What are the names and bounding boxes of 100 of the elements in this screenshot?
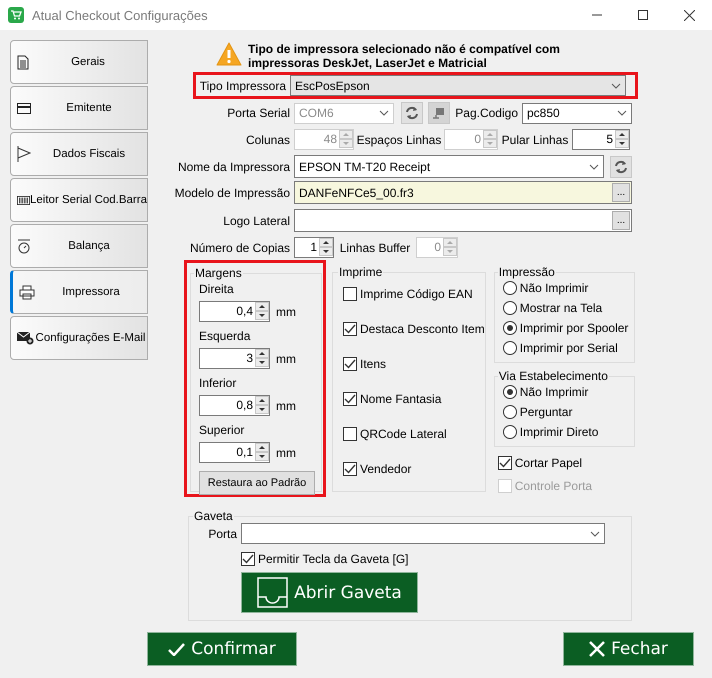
chevron-down-icon bbox=[590, 530, 600, 536]
unit-label: mm bbox=[276, 398, 296, 412]
margin-field[interactable]: 0,4 bbox=[199, 301, 270, 322]
field-label: Modelo de Impressão bbox=[174, 186, 291, 200]
sidebar-tab[interactable]: Gerais bbox=[10, 40, 148, 84]
group-title: Gaveta bbox=[193, 509, 234, 523]
close-icon[interactable] bbox=[684, 10, 694, 20]
check-icon bbox=[344, 464, 356, 474]
option-label: Imprime Código EAN bbox=[360, 287, 473, 301]
close-dialog-button[interactable]: Fechar bbox=[563, 632, 694, 666]
radio-button[interactable] bbox=[502, 321, 517, 335]
field-label: Tipo Impressora bbox=[198, 78, 287, 92]
checkbox[interactable] bbox=[498, 456, 512, 470]
browse-button[interactable]: ... bbox=[612, 183, 630, 202]
barcode-icon bbox=[17, 194, 30, 206]
refresh-icon bbox=[614, 160, 628, 174]
checkbox[interactable] bbox=[343, 357, 357, 371]
radio-button[interactable] bbox=[502, 281, 517, 295]
group-title: Imprime bbox=[338, 265, 384, 279]
checkbox[interactable] bbox=[241, 552, 255, 566]
window-title: Atual Checkout Configurações bbox=[32, 8, 209, 22]
maximize-icon[interactable] bbox=[638, 10, 648, 20]
chevron-down-icon bbox=[379, 110, 389, 116]
radio-button[interactable] bbox=[502, 341, 517, 355]
option-label: Perguntar bbox=[520, 405, 572, 419]
checkbox[interactable] bbox=[343, 427, 357, 441]
checkbox[interactable] bbox=[343, 322, 357, 336]
field-label: Linhas Buffer bbox=[338, 240, 412, 254]
sidebar-tab[interactable]: Leitor Serial Cod.Barra bbox=[10, 178, 148, 222]
radio-button[interactable] bbox=[502, 425, 517, 439]
option-label: Não Imprimir bbox=[520, 281, 588, 295]
chevron-down-icon bbox=[617, 110, 627, 116]
option-label: Controle Porta bbox=[514, 479, 592, 493]
margin-field[interactable]: 3 bbox=[199, 348, 270, 369]
field-label: Número de Copias bbox=[188, 240, 291, 254]
sidebar-tab[interactable]: Configurações E-Mail bbox=[10, 316, 148, 360]
skip-lines-field[interactable]: 5 bbox=[572, 129, 630, 150]
scale-icon bbox=[17, 238, 31, 254]
checkbox[interactable] bbox=[343, 462, 357, 476]
check-icon bbox=[242, 554, 254, 564]
field-label: Superior bbox=[199, 423, 246, 437]
check-icon bbox=[344, 324, 356, 334]
sidebar-tab[interactable]: Emitente bbox=[10, 86, 148, 130]
radio-button[interactable] bbox=[502, 301, 517, 315]
option-label: Não Imprimir bbox=[520, 385, 588, 399]
radio-button[interactable] bbox=[502, 405, 517, 419]
mail-icon bbox=[17, 331, 34, 345]
drawer-port-select[interactable] bbox=[241, 523, 605, 544]
side-logo-field[interactable]: ... bbox=[294, 209, 632, 232]
margin-field[interactable]: 0,8 bbox=[199, 395, 270, 416]
field-label: Colunas bbox=[244, 132, 291, 146]
code-page-select[interactable]: pc850 bbox=[522, 102, 632, 124]
group-title: Impressão bbox=[498, 265, 556, 279]
warning-message: Tipo de impressora selecionado não é compatível com impressoras DeskJet, LaserJet e Matricial bbox=[248, 42, 561, 70]
sidebar-tab[interactable]: Impressora bbox=[10, 270, 148, 314]
field-label: Porta bbox=[207, 526, 238, 540]
check-icon bbox=[498, 458, 511, 468]
checkbox[interactable] bbox=[343, 287, 357, 301]
warning-icon bbox=[216, 42, 242, 66]
unit-label: mm bbox=[276, 352, 296, 366]
close-icon bbox=[589, 641, 606, 657]
printer-type-select[interactable]: EscPosEpson bbox=[290, 75, 626, 96]
margin-field[interactable]: 0,1 bbox=[199, 442, 270, 463]
confirm-button[interactable]: Confirmar bbox=[147, 632, 297, 666]
field-label: Esquerda bbox=[199, 329, 252, 343]
cart-icon bbox=[8, 7, 24, 23]
sidebar-tab[interactable]: Balança bbox=[10, 224, 148, 268]
field-label: Pular Linhas bbox=[500, 132, 570, 146]
card-icon bbox=[17, 102, 31, 114]
reset-button[interactable]: Restaura ao Padrão bbox=[199, 471, 315, 495]
copies-field[interactable]: 1 bbox=[294, 237, 334, 258]
chevron-down-icon bbox=[589, 164, 599, 170]
browse-button[interactable]: ... bbox=[612, 211, 630, 230]
option-label: Itens bbox=[360, 357, 386, 371]
port-button[interactable] bbox=[428, 102, 450, 124]
printer-name-select[interactable]: EPSON TM-T20 Receipt bbox=[294, 155, 604, 178]
option-label: Permitir Tecla da Gaveta [G] bbox=[258, 552, 409, 566]
refresh-icon bbox=[405, 106, 419, 120]
print-model-field[interactable]: DANFeNFCe5_00.fr3 ... bbox=[294, 181, 632, 204]
group-title: Margens bbox=[194, 266, 243, 280]
flag-icon bbox=[17, 146, 31, 162]
group-title: Via Estabelecimento bbox=[498, 369, 609, 383]
refresh-button[interactable] bbox=[610, 156, 632, 178]
checkbox[interactable] bbox=[343, 392, 357, 406]
field-label: Espaços Linhas bbox=[356, 132, 442, 146]
sidebar-tab[interactable]: Dados Fiscais bbox=[10, 132, 148, 176]
option-label: Nome Fantasia bbox=[360, 392, 442, 406]
radio-button[interactable] bbox=[502, 385, 517, 399]
field-label: Direita bbox=[199, 282, 235, 296]
field-label: Logo Lateral bbox=[222, 214, 291, 228]
option-label: Imprimir por Serial bbox=[520, 341, 618, 355]
chevron-down-icon bbox=[611, 82, 621, 88]
plug-icon bbox=[432, 106, 446, 120]
check-icon bbox=[168, 642, 186, 656]
unit-label: mm bbox=[276, 446, 296, 460]
option-label: Cortar Papel bbox=[514, 456, 582, 470]
option-label: QRCode Lateral bbox=[360, 427, 447, 441]
option-label: Vendedor bbox=[360, 462, 412, 476]
open-drawer-button[interactable]: Abrir Gaveta bbox=[241, 572, 418, 613]
refresh-button[interactable] bbox=[401, 102, 423, 124]
